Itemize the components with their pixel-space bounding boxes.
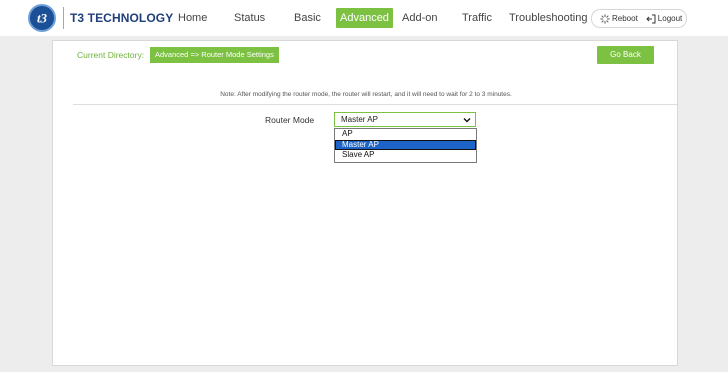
logout-label: Logout bbox=[657, 14, 683, 23]
nav-traffic[interactable]: Traffic bbox=[462, 8, 492, 28]
router-mode-select[interactable]: Master AP bbox=[334, 112, 476, 127]
logo-divider bbox=[63, 7, 64, 29]
option-ap[interactable]: AP bbox=[335, 129, 476, 140]
reboot-button[interactable]: Reboot bbox=[600, 13, 638, 24]
nav-status[interactable]: Status bbox=[234, 8, 265, 28]
nav-add-on[interactable]: Add-on bbox=[402, 8, 437, 28]
router-mode-selected-value: Master AP bbox=[341, 115, 378, 124]
option-master-ap[interactable]: Master AP bbox=[335, 139, 476, 150]
header-actions: Reboot Logout bbox=[591, 9, 687, 28]
nav-troubleshooting[interactable]: Troubleshooting bbox=[509, 8, 587, 28]
reboot-label: Reboot bbox=[612, 14, 638, 23]
top-navigation-bar: t3 T3 TECHNOLOGY Home Status Basic Advan… bbox=[0, 0, 728, 36]
option-slave-ap[interactable]: Slave AP bbox=[335, 150, 476, 161]
divider bbox=[73, 104, 677, 105]
logout-icon bbox=[646, 14, 656, 23]
brand-name: T3 TECHNOLOGY bbox=[70, 11, 174, 25]
brand-logo[interactable]: t3 T3 TECHNOLOGY bbox=[28, 3, 173, 33]
router-mode-settings-panel: Current Directory: Advanced => Router Mo… bbox=[52, 40, 678, 366]
restart-note: Note: After modifying the router mode, t… bbox=[220, 91, 512, 98]
svg-text:t3: t3 bbox=[37, 11, 48, 26]
nav-advanced[interactable]: Advanced bbox=[336, 8, 393, 28]
reboot-icon bbox=[600, 13, 610, 24]
router-mode-options-list: AP Master AP Slave AP bbox=[334, 128, 477, 163]
breadcrumb: Advanced => Router Mode Settings bbox=[150, 47, 279, 63]
go-back-button[interactable]: Go Back bbox=[597, 46, 654, 64]
chevron-down-icon bbox=[463, 118, 471, 123]
router-mode-label: Router Mode bbox=[265, 115, 315, 125]
nav-home[interactable]: Home bbox=[178, 8, 207, 28]
current-directory-label: Current Directory: bbox=[77, 50, 145, 60]
t3-logo-icon: t3 bbox=[28, 4, 56, 32]
nav-basic[interactable]: Basic bbox=[294, 8, 321, 28]
logout-button[interactable]: Logout bbox=[646, 14, 682, 24]
